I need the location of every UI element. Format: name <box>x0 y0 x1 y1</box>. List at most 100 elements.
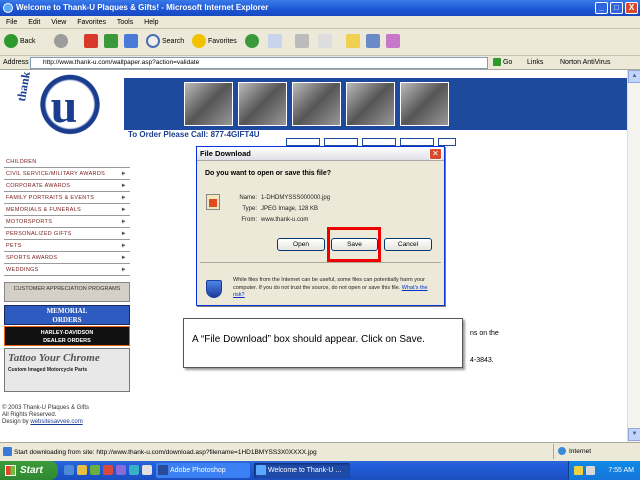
task-internet-explorer[interactable]: Welcome to Thank-U ... <box>254 463 350 478</box>
tattoo-chrome-banner[interactable]: Tattoo Your Chrome Custom Imaged Motorcy… <box>4 348 130 392</box>
task-photoshop[interactable]: Adobe Photoshop <box>156 463 250 478</box>
quicklaunch-desktop-icon[interactable] <box>77 465 87 475</box>
chevron-right-icon: ► <box>120 207 127 213</box>
quicklaunch-app4-icon[interactable] <box>142 465 152 475</box>
go-arrow-icon <box>493 58 501 67</box>
vertical-scrollbar[interactable]: ▲ ▼ <box>627 70 640 442</box>
security-shield-icon <box>206 280 222 298</box>
stop-button[interactable] <box>84 34 100 50</box>
menu-file[interactable]: File <box>6 19 17 26</box>
print-button[interactable] <box>295 34 311 50</box>
home-icon <box>124 34 138 49</box>
address-input[interactable]: http://www.thank-u.com/wallpaper.asp?act… <box>30 57 488 69</box>
norton-antivirus-button[interactable]: Norton AntiVirus <box>560 56 610 70</box>
messenger-icon <box>366 34 380 49</box>
maximize-button[interactable]: □ <box>610 2 623 14</box>
edit-icon <box>318 34 332 49</box>
favorites-star-icon <box>192 34 206 49</box>
harley-dealer-orders-button[interactable]: HARLEY-DAVIDSON DEALER ORDERS <box>4 326 130 346</box>
memorial-orders-button[interactable]: MEMORIAL ORDERS <box>4 305 130 325</box>
stop-icon <box>84 34 98 49</box>
window-title-bar: Welcome to Thank-U Plaques & Gifts! - Mi… <box>0 0 640 16</box>
cancel-button[interactable]: Cancel <box>384 238 432 251</box>
open-button[interactable]: Open <box>277 238 325 251</box>
discuss-button[interactable] <box>386 34 402 50</box>
address-bar: Address http://www.thank-u.com/wallpaper… <box>0 56 640 70</box>
banner-photo-5 <box>400 82 449 126</box>
quicklaunch-app3-icon[interactable] <box>129 465 139 475</box>
forward-arrow-icon <box>54 34 68 49</box>
banner-photo-3 <box>292 82 341 126</box>
instruction-text: A “File Download” box should appear. Cli… <box>192 334 425 345</box>
dialog-close-button[interactable]: ✕ <box>429 148 442 160</box>
menu-view[interactable]: View <box>51 19 66 26</box>
forward-button[interactable] <box>54 34 70 50</box>
nav-tab-3[interactable] <box>362 138 396 146</box>
sidebar-item-personalized[interactable]: PERSONALIZED GIFTS ► <box>4 229 130 240</box>
menu-edit[interactable]: Edit <box>28 19 40 26</box>
nav-tab-1[interactable] <box>286 138 320 146</box>
quicklaunch-app-icon[interactable] <box>103 465 113 475</box>
tray-volume-icon[interactable] <box>586 466 595 475</box>
sidebar-item-memorials[interactable]: MEMORIALS & FUNERALS ► <box>4 205 130 216</box>
sidebar-item-children[interactable]: CHILDREN <box>4 157 130 168</box>
dialog-warning: While files from the Internet can be use… <box>233 277 428 298</box>
scroll-up-button[interactable]: ▲ <box>628 70 640 83</box>
chevron-right-icon: ► <box>120 243 127 249</box>
status-separator <box>553 444 554 459</box>
dialog-name-row: Name: 1-DHDMYSSS000000.jpg <box>239 195 331 201</box>
banner-photo-4 <box>346 82 395 126</box>
page-loading-icon <box>3 447 12 456</box>
edit-button[interactable] <box>318 34 334 50</box>
nav-tab-2[interactable] <box>324 138 358 146</box>
folder-button[interactable] <box>346 34 362 50</box>
home-button[interactable] <box>124 34 140 50</box>
sidebar-item-civil-service[interactable]: CIVIL SERVICE/MILITARY AWARDS ► <box>4 169 130 180</box>
designer-link[interactable]: websitesavvee.com <box>30 419 82 425</box>
mail-button[interactable] <box>268 34 284 50</box>
window-title: Welcome to Thank-U Plaques & Gifts! - Mi… <box>16 3 269 12</box>
quicklaunch-ie-icon[interactable] <box>64 465 74 475</box>
messenger-button[interactable] <box>366 34 382 50</box>
banner-photo-1 <box>184 82 233 126</box>
globe-icon <box>558 447 566 456</box>
customer-appreciation-button[interactable]: CUSTOMER APPRECIATION PROGRAMS <box>4 282 130 302</box>
folder-icon <box>346 34 360 49</box>
sidebar-item-corporate[interactable]: CORPORATE AWARDS ► <box>4 181 130 192</box>
ie-icon <box>3 3 13 13</box>
nav-tab-5[interactable] <box>438 138 456 146</box>
minimize-button[interactable]: _ <box>595 2 608 14</box>
sidebar-item-pets[interactable]: PETS ► <box>4 241 130 252</box>
close-button[interactable]: X <box>625 2 638 14</box>
dialog-separator <box>200 262 441 263</box>
history-button[interactable] <box>245 34 261 50</box>
chevron-right-icon: ► <box>120 231 127 237</box>
refresh-button[interactable] <box>104 34 120 50</box>
go-button[interactable]: Go <box>493 56 512 70</box>
sidebar-item-motorsports[interactable]: MOTORSPORTS ► <box>4 217 130 228</box>
status-bar: Start downloading from site: http://www.… <box>0 442 640 461</box>
ie-icon <box>256 465 266 475</box>
chevron-right-icon: ► <box>120 195 127 201</box>
back-arrow-icon <box>4 34 18 49</box>
links-button[interactable]: Links <box>527 56 543 70</box>
quicklaunch-app2-icon[interactable] <box>116 465 126 475</box>
nav-tab-4[interactable] <box>400 138 434 146</box>
sidebar-item-sports[interactable]: SPORTS AWARDS ► <box>4 253 130 264</box>
favorites-button[interactable]: Favorites <box>192 34 237 50</box>
search-button[interactable]: Search <box>146 34 184 50</box>
sidebar-item-weddings[interactable]: WEDDINGS ► <box>4 265 130 276</box>
system-tray: 7:55 AM <box>568 461 640 480</box>
menu-favorites[interactable]: Favorites <box>77 19 106 26</box>
back-button[interactable]: Back <box>4 34 36 50</box>
banner-photo-2 <box>238 82 287 126</box>
history-icon <box>245 34 259 49</box>
sidebar-item-family[interactable]: FAMILY PORTRAITS & EVENTS ► <box>4 193 130 204</box>
quicklaunch-media-icon[interactable] <box>90 465 100 475</box>
menu-tools[interactable]: Tools <box>117 19 133 26</box>
scroll-down-button[interactable]: ▼ <box>628 428 640 441</box>
chevron-right-icon: ► <box>120 219 127 225</box>
menu-help[interactable]: Help <box>144 19 158 26</box>
tray-icon[interactable] <box>574 466 583 475</box>
chevron-right-icon: ► <box>120 183 127 189</box>
